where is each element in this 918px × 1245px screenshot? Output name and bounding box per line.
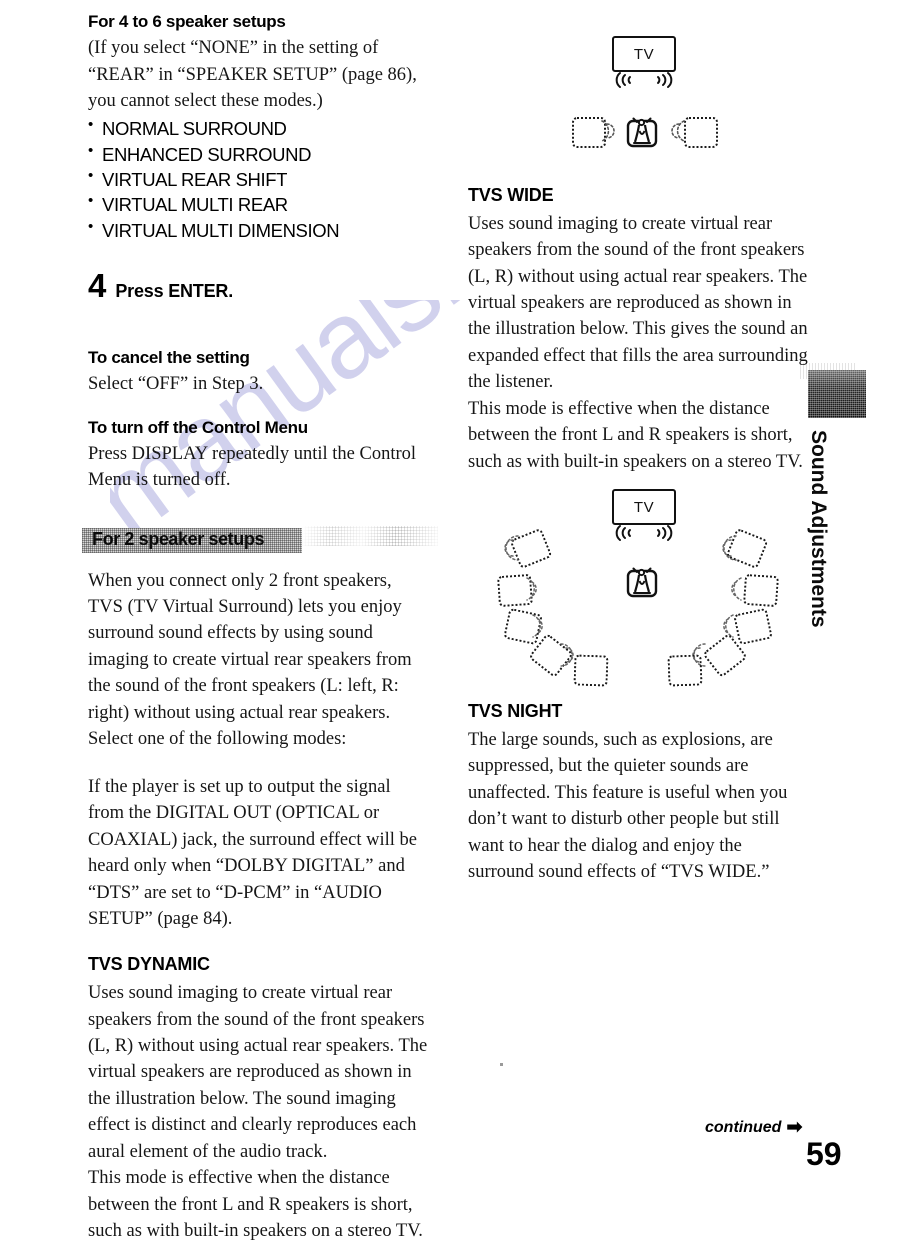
heading-for-2-speaker-setups: For 2 speaker setups [92, 528, 265, 549]
right-column: TV TVS WIDE Uses sound imaging to create… [468, 12, 808, 885]
virtual-speaker-left-waves-icon [601, 120, 615, 142]
continued-marker: continued ➡ [705, 1118, 802, 1137]
diagram-tvs-wide: TV [468, 487, 808, 687]
paragraph-tvs-dynamic-2: This mode is effective when the distance… [88, 1168, 423, 1242]
list-item: VIRTUAL REAR SHIFT [88, 166, 428, 192]
step-4: 4 Press ENTER. [88, 269, 428, 302]
paragraph-tvs-dynamic-1: Uses sound imaging to create virtual rea… [88, 983, 428, 1162]
paragraph-tvs-wide-1: Uses sound imaging to create virtual rea… [468, 213, 808, 393]
virtual-speaker-right-waves-icon [671, 120, 685, 142]
step-instruction: Press ENTER. [115, 281, 234, 302]
paragraph-tvs-wide-2: This mode is effective when the distance… [468, 398, 803, 472]
side-tab-label: Sound Adjustments [807, 430, 830, 628]
heading-to-turn-off-control-menu: To turn off the Control Menu [88, 417, 308, 437]
tv-icon: TV [612, 36, 676, 72]
virtual-speaker-waves-icon [526, 577, 537, 601]
arrow-right-icon: ➡ [786, 1117, 803, 1138]
heading-tvs-wide: TVS WIDE [468, 185, 554, 205]
tv-sound-waves-icon [615, 525, 673, 542]
paragraph-4to6-intro: (If you select “NONE” in the setting of … [88, 38, 417, 111]
paragraph-2spk-1: When you connect only 2 front speakers, … [88, 570, 412, 750]
paragraph-tvs-night-1: The large sounds, such as explosions, ar… [468, 729, 788, 882]
page-number: 59 [806, 1136, 842, 1172]
section-band-2-speaker-setups: For 2 speaker setups [82, 525, 438, 556]
list-item: ENHANCED SURROUND [88, 141, 428, 167]
heading-tvs-dynamic: TVS DYNAMIC [88, 954, 210, 975]
listener-icon [626, 567, 658, 598]
list-surround-modes: NORMAL SURROUND ENHANCED SURROUND VIRTUA… [88, 115, 428, 243]
virtual-speaker-waves-icon [504, 535, 519, 561]
virtual-speaker-right-icon [684, 117, 718, 148]
paragraph-cancel-body: Select “OFF” in Step 3. [88, 374, 264, 395]
heading-to-cancel-the-setting: To cancel the setting [88, 348, 250, 368]
list-item: VIRTUAL MULTI DIMENSION [88, 217, 428, 243]
virtual-speaker-icon [742, 573, 780, 608]
diagram-tvs-dynamic: TV [468, 12, 808, 167]
paragraph-2spk-2: If the player is set up to output the si… [88, 776, 417, 930]
continued-label: continued [705, 1118, 782, 1136]
virtual-speaker-icon [667, 654, 703, 687]
list-item: VIRTUAL MULTI REAR [88, 191, 428, 217]
virtual-speaker-waves-icon [722, 535, 737, 561]
heading-for-4-to-6-speaker-setups: For 4 to 6 speaker setups [88, 12, 286, 31]
tv-sound-waves-icon [615, 72, 673, 88]
virtual-speaker-waves-icon [731, 577, 742, 601]
band-halftone-tail [302, 525, 438, 546]
side-tab-block [808, 370, 866, 418]
virtual-speaker-icon [573, 654, 609, 687]
heading-tvs-night: TVS NIGHT [468, 701, 563, 722]
scan-speck [500, 1063, 503, 1066]
listener-icon [626, 117, 658, 148]
left-column: For 4 to 6 speaker setups (If you select… [82, 12, 438, 1245]
list-item: NORMAL SURROUND [88, 115, 428, 141]
tv-icon: TV [612, 489, 676, 526]
virtual-speaker-icon [733, 607, 773, 646]
step-number: 4 [88, 267, 107, 305]
paragraph-turn-off-body: Press DISPLAY repeatedly until the Contr… [88, 443, 417, 491]
document-page: For 4 to 6 speaker setups (If you select… [0, 0, 918, 1241]
